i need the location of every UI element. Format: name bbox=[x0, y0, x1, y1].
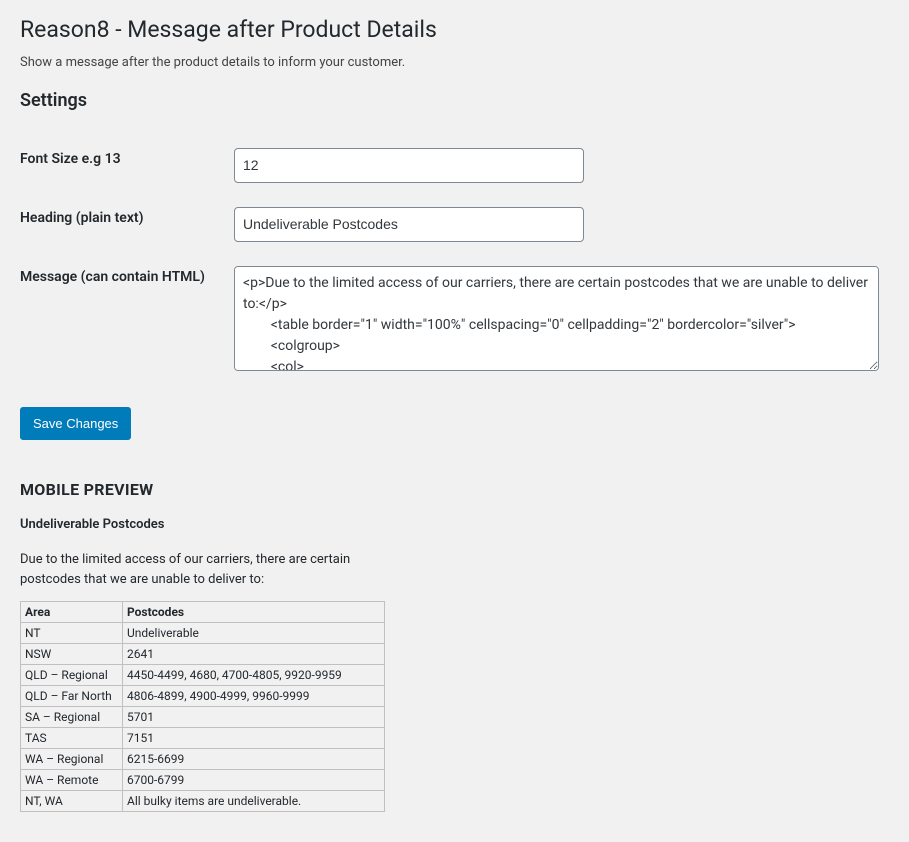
font-size-label: Font Size e.g 13 bbox=[20, 136, 234, 195]
cell-postcodes: 5701 bbox=[123, 707, 385, 728]
table-row: TAS7151 bbox=[21, 728, 385, 749]
page-title: Reason8 - Message after Product Details bbox=[20, 15, 889, 45]
table-row: WA – Regional6215-6699 bbox=[21, 749, 385, 770]
cell-area: QLD – Regional bbox=[21, 665, 123, 686]
cell-postcodes: All bulky items are undeliverable. bbox=[123, 791, 385, 812]
cell-postcodes: 7151 bbox=[123, 728, 385, 749]
cell-area: WA – Regional bbox=[21, 749, 123, 770]
table-row: NT, WAAll bulky items are undeliverable. bbox=[21, 791, 385, 812]
header-postcodes: Postcodes bbox=[123, 602, 385, 623]
cell-area: WA – Remote bbox=[21, 770, 123, 791]
cell-postcodes: 2641 bbox=[123, 644, 385, 665]
heading-input[interactable] bbox=[234, 207, 584, 242]
table-row: NTUndeliverable bbox=[21, 623, 385, 644]
cell-area: QLD – Far North bbox=[21, 686, 123, 707]
settings-heading: Settings bbox=[20, 90, 889, 111]
save-changes-button[interactable]: Save Changes bbox=[20, 407, 131, 441]
table-header-row: Area Postcodes bbox=[21, 602, 385, 623]
cell-postcodes: 4450-4499, 4680, 4700-4805, 9920-9959 bbox=[123, 665, 385, 686]
page-description: Show a message after the product details… bbox=[20, 55, 889, 70]
cell-postcodes: 6215-6699 bbox=[123, 749, 385, 770]
cell-postcodes: 4806-4899, 4900-4999, 9960-9999 bbox=[123, 686, 385, 707]
cell-area: TAS bbox=[21, 728, 123, 749]
header-area: Area bbox=[21, 602, 123, 623]
table-row: WA – Remote6700-6799 bbox=[21, 770, 385, 791]
message-label: Message (can contain HTML) bbox=[20, 254, 234, 387]
table-row: QLD – Far North4806-4899, 4900-4999, 996… bbox=[21, 686, 385, 707]
preview-table: Area Postcodes NTUndeliverableNSW2641QLD… bbox=[20, 601, 385, 812]
message-textarea[interactable] bbox=[234, 266, 879, 371]
table-row: QLD – Regional4450-4499, 4680, 4700-4805… bbox=[21, 665, 385, 686]
cell-area: SA – Regional bbox=[21, 707, 123, 728]
preview-intro: Due to the limited access of our carrier… bbox=[20, 550, 380, 589]
table-row: SA – Regional5701 bbox=[21, 707, 385, 728]
settings-form: Font Size e.g 13 Heading (plain text) Me… bbox=[20, 136, 889, 387]
cell-area: NT bbox=[21, 623, 123, 644]
table-row: NSW2641 bbox=[21, 644, 385, 665]
heading-label: Heading (plain text) bbox=[20, 195, 234, 254]
cell-postcodes: Undeliverable bbox=[123, 623, 385, 644]
cell-area: NT, WA bbox=[21, 791, 123, 812]
mobile-preview-heading: MOBILE PREVIEW bbox=[20, 480, 889, 499]
preview-subheading: Undeliverable Postcodes bbox=[20, 517, 889, 532]
cell-area: NSW bbox=[21, 644, 123, 665]
font-size-input[interactable] bbox=[234, 148, 584, 183]
cell-postcodes: 6700-6799 bbox=[123, 770, 385, 791]
